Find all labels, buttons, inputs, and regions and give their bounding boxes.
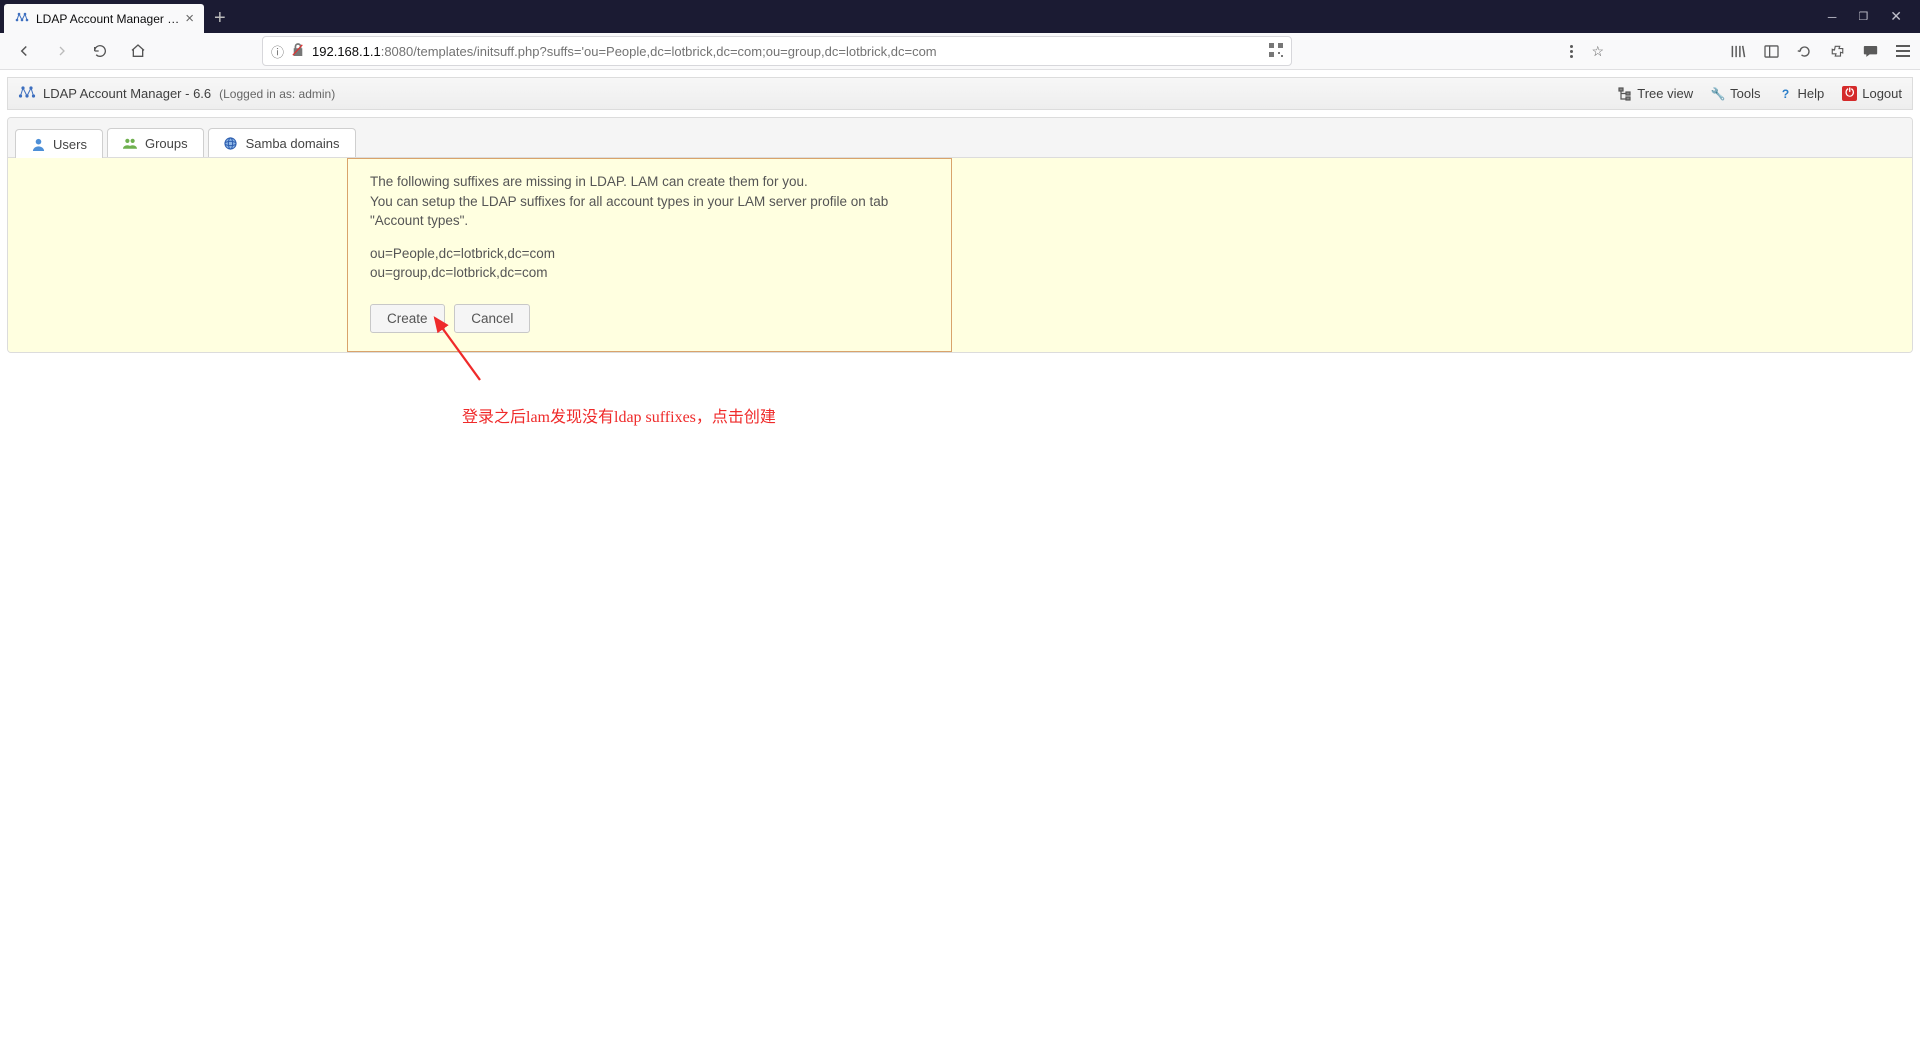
- maximize-icon[interactable]: ❐: [1858, 10, 1868, 23]
- addon-icon[interactable]: [1830, 44, 1845, 59]
- logout-link[interactable]: ⏻ Logout: [1842, 86, 1902, 101]
- bookmark-star-icon[interactable]: ☆: [1591, 43, 1604, 60]
- page-actions-icon[interactable]: [1570, 45, 1573, 58]
- warning-text: The following suffixes are missing in LD…: [370, 172, 929, 231]
- new-tab-button[interactable]: +: [204, 4, 236, 33]
- tools-link[interactable]: 🔧 Tools: [1711, 86, 1760, 101]
- group-icon: [123, 136, 137, 150]
- annotation-text: 登录之后lam发现没有ldap suffixes，点击创建: [462, 403, 776, 427]
- nav-forward-button[interactable]: [48, 37, 76, 65]
- nav-back-button[interactable]: [10, 37, 38, 65]
- main-panel: Users Groups Samba domains The following…: [7, 117, 1913, 353]
- reload-button[interactable]: [86, 37, 114, 65]
- url-text: 192.168.1.1:8080/templates/initsuff.php?…: [312, 44, 1261, 59]
- tab-groups[interactable]: Groups: [107, 128, 204, 157]
- tab-title: LDAP Account Manager (ope: [36, 12, 179, 26]
- qr-icon[interactable]: [1269, 43, 1283, 60]
- logout-icon: ⏻: [1842, 86, 1857, 101]
- sidebar-icon[interactable]: [1764, 45, 1779, 58]
- url-bar[interactable]: ⓘ 192.168.1.1:8080/templates/initsuff.ph…: [262, 36, 1292, 66]
- tree-view-link[interactable]: Tree view: [1618, 86, 1693, 101]
- minimize-icon[interactable]: ─: [1828, 10, 1837, 24]
- tools-icon: 🔧: [1711, 87, 1725, 101]
- tab-users[interactable]: Users: [15, 129, 103, 158]
- suffix-entry: ou=People,dc=lotbrick,dc=com: [370, 245, 929, 264]
- content-area: The following suffixes are missing in LD…: [8, 158, 1912, 352]
- chat-icon[interactable]: [1863, 44, 1878, 58]
- menu-button[interactable]: [1896, 45, 1910, 57]
- arrow-icon: [425, 310, 495, 390]
- insecure-icon: [292, 43, 304, 60]
- account-type-tabs: Users Groups Samba domains: [8, 118, 1912, 158]
- suffix-entry: ou=group,dc=lotbrick,dc=com: [370, 264, 929, 283]
- help-icon: ?: [1778, 87, 1792, 101]
- lam-logo-icon: [18, 85, 36, 103]
- library-icon[interactable]: [1730, 44, 1746, 59]
- close-window-icon[interactable]: ✕: [1890, 8, 1902, 25]
- home-button[interactable]: [124, 37, 152, 65]
- close-tab-icon[interactable]: ×: [185, 11, 194, 26]
- tree-icon: [1618, 87, 1632, 101]
- missing-suffixes: ou=People,dc=lotbrick,dc=com ou=group,dc…: [370, 245, 929, 283]
- login-indicator: (Logged in as: admin): [219, 87, 335, 101]
- lam-header: LDAP Account Manager - 6.6 (Logged in as…: [7, 77, 1913, 110]
- favicon-icon: [14, 11, 30, 27]
- browser-chrome: LDAP Account Manager (ope × + ─ ❐ ✕ ⓘ: [0, 0, 1920, 70]
- globe-icon: [224, 136, 238, 150]
- user-icon: [31, 137, 45, 151]
- app-title: LDAP Account Manager - 6.6: [43, 86, 211, 101]
- browser-tab[interactable]: LDAP Account Manager (ope ×: [4, 4, 204, 33]
- tab-samba-domains[interactable]: Samba domains: [208, 128, 356, 157]
- info-icon[interactable]: ⓘ: [271, 42, 284, 61]
- undo-close-tab-icon[interactable]: [1797, 44, 1812, 59]
- help-link[interactable]: ? Help: [1778, 86, 1824, 101]
